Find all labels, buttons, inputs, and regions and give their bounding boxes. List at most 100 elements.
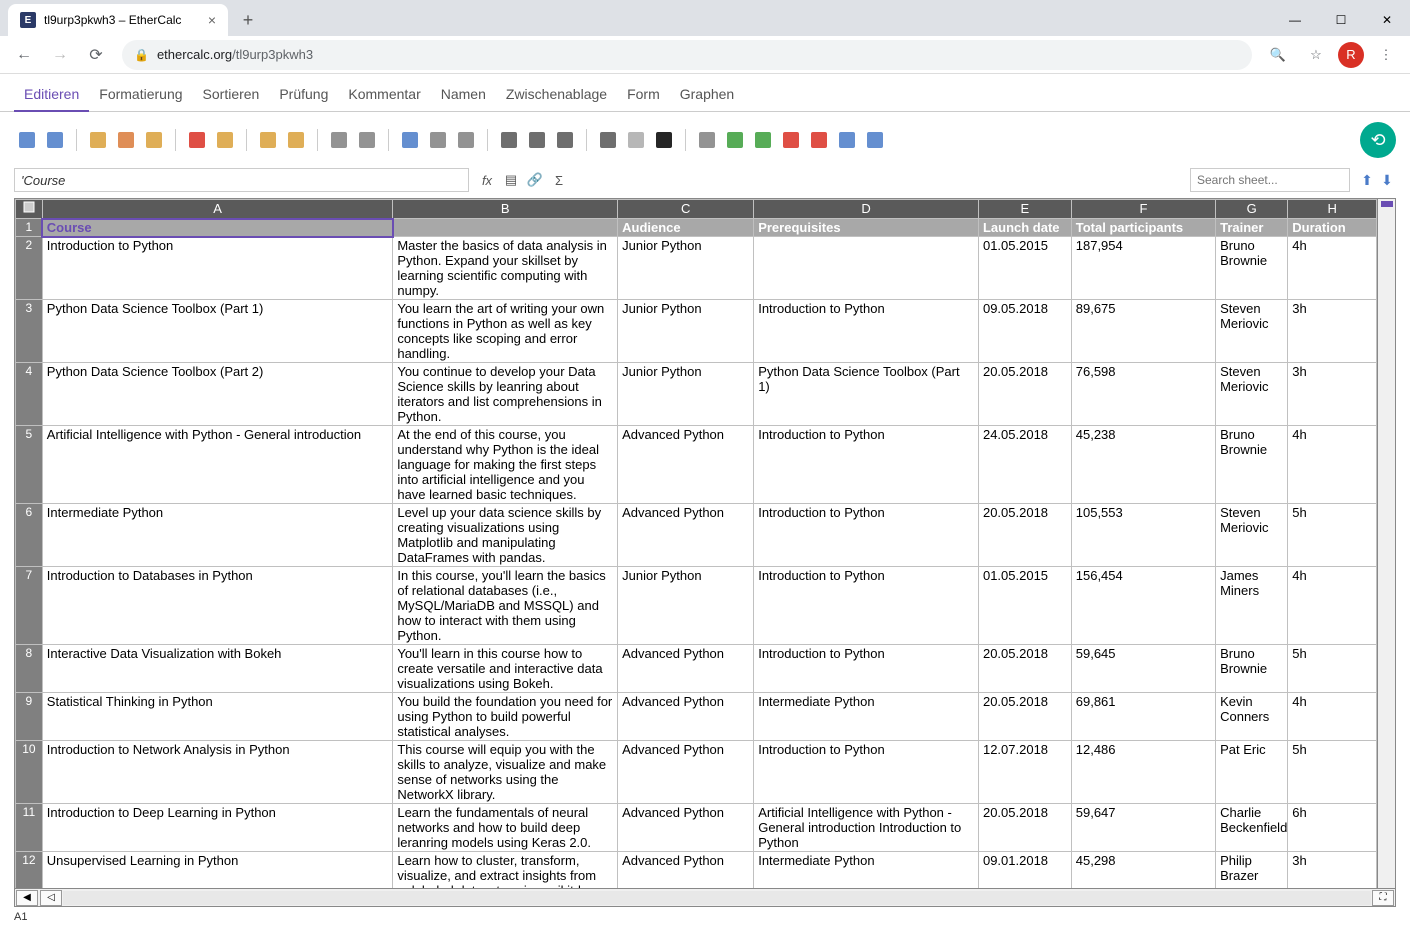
delete-icon[interactable]	[184, 127, 210, 153]
reload-button[interactable]: ⟳	[80, 39, 112, 71]
col-header[interactable]: H	[1288, 200, 1377, 219]
cell[interactable]: Learn the fundamentals of neural network…	[393, 804, 618, 852]
zoom-icon[interactable]: 🔍	[1262, 39, 1294, 71]
cell[interactable]: Advanced Python	[618, 504, 754, 567]
cell[interactable]: Pat Eric	[1216, 741, 1288, 804]
cell[interactable]: Philip Brazer	[1216, 852, 1288, 889]
cell[interactable]: Interactive Data Visualization with Boke…	[42, 645, 393, 693]
row-header[interactable]: 1	[16, 219, 43, 237]
border-all-icon[interactable]	[397, 127, 423, 153]
fx-icon[interactable]: fx	[477, 170, 497, 190]
cell[interactable]: Total participants	[1071, 219, 1215, 237]
search-down-icon[interactable]: ⬇	[1378, 171, 1396, 189]
menu-item-formatierung[interactable]: Formatierung	[89, 80, 192, 111]
cell[interactable]: Junior Python	[618, 363, 754, 426]
cell[interactable]: Intermediate Python	[42, 504, 393, 567]
cell[interactable]: Python Data Science Toolbox (Part 1)	[42, 300, 393, 363]
cell[interactable]: 3h	[1288, 363, 1377, 426]
row-header[interactable]: 4	[16, 363, 43, 426]
cell[interactable]: 59,645	[1071, 645, 1215, 693]
cell[interactable]: 01.05.2015	[978, 237, 1071, 300]
cell[interactable]: Steven Meriovic	[1216, 363, 1288, 426]
menu-item-form[interactable]: Form	[617, 80, 670, 111]
new-tab-button[interactable]: +	[234, 6, 262, 34]
search-input[interactable]	[1190, 168, 1350, 192]
cell[interactable]: Unsupervised Learning in Python	[42, 852, 393, 889]
cell[interactable]: James Miners	[1216, 567, 1288, 645]
col-header[interactable]: F	[1071, 200, 1215, 219]
cell[interactable]: Launch date	[978, 219, 1071, 237]
align-right-icon[interactable]	[552, 127, 578, 153]
delete-row-icon[interactable]	[778, 127, 804, 153]
cell[interactable]: Python Data Science Toolbox (Part 2)	[42, 363, 393, 426]
cell[interactable]: Artificial Intelligence with Python - Ge…	[754, 804, 979, 852]
cell[interactable]: Introduction to Databases in Python	[42, 567, 393, 645]
row-header[interactable]: 10	[16, 741, 43, 804]
cell[interactable]: Introduction to Python	[754, 645, 979, 693]
cell[interactable]: 187,954	[1071, 237, 1215, 300]
redo-icon[interactable]	[42, 127, 68, 153]
sheet-nav-prev-icon[interactable]: ◁	[40, 890, 62, 906]
cell[interactable]: You continue to develop your Data Scienc…	[393, 363, 618, 426]
row-header[interactable]: 3	[16, 300, 43, 363]
cell[interactable]: 105,553	[1071, 504, 1215, 567]
cell[interactable]: 5h	[1288, 741, 1377, 804]
cell[interactable]: 6h	[1288, 804, 1377, 852]
cell[interactable]: 156,454	[1071, 567, 1215, 645]
cell[interactable]: Introduction to Deep Learning in Python	[42, 804, 393, 852]
fill-icon[interactable]	[255, 127, 281, 153]
cell[interactable]: Statistical Thinking in Python	[42, 693, 393, 741]
cell[interactable]: Intermediate Python	[754, 693, 979, 741]
cell[interactable]: 20.05.2018	[978, 363, 1071, 426]
cell[interactable]: Trainer	[1216, 219, 1288, 237]
cell[interactable]: 20.05.2018	[978, 504, 1071, 567]
cell[interactable]: Audience	[618, 219, 754, 237]
cell[interactable]: 3h	[1288, 852, 1377, 889]
delete-col-icon[interactable]	[806, 127, 832, 153]
cell[interactable]: Advanced Python	[618, 426, 754, 504]
col-header[interactable]: C	[618, 200, 754, 219]
col-header[interactable]: A	[42, 200, 393, 219]
cell[interactable]: Advanced Python	[618, 741, 754, 804]
cell[interactable]	[754, 237, 979, 300]
row-header[interactable]: 12	[16, 852, 43, 889]
cell[interactable]: Artificial Intelligence with Python - Ge…	[42, 426, 393, 504]
maximize-button[interactable]: ☐	[1318, 4, 1364, 36]
row-header[interactable]: 8	[16, 645, 43, 693]
cell[interactable]: Advanced Python	[618, 852, 754, 889]
sheet-scroll[interactable]: A B C D E F G H 1CourseAudiencePrerequis…	[15, 199, 1377, 888]
menu-item-namen[interactable]: Namen	[431, 80, 496, 111]
cell[interactable]: Advanced Python	[618, 645, 754, 693]
cell[interactable]: Introduction to Python	[754, 300, 979, 363]
row-header[interactable]: 6	[16, 504, 43, 567]
close-window-button[interactable]: ✕	[1364, 4, 1410, 36]
cell[interactable]: Junior Python	[618, 300, 754, 363]
cell[interactable]: 12,486	[1071, 741, 1215, 804]
resize-icon[interactable]	[862, 127, 888, 153]
cell[interactable]: Steven Meriovic	[1216, 300, 1288, 363]
cell[interactable]: 89,675	[1071, 300, 1215, 363]
link-icon[interactable]: 🔗	[525, 170, 545, 190]
close-tab-icon[interactable]: ×	[208, 12, 216, 28]
cell[interactable]: You learn the art of writing your own fu…	[393, 300, 618, 363]
cell[interactable]: Python Data Science Toolbox (Part 1)	[754, 363, 979, 426]
cell[interactable]: Master the basics of data analysis in Py…	[393, 237, 618, 300]
cell[interactable]: At the end of this course, you understan…	[393, 426, 618, 504]
row-header[interactable]: 11	[16, 804, 43, 852]
cut-icon[interactable]	[113, 127, 139, 153]
cell[interactable]: This course will equip you with the skil…	[393, 741, 618, 804]
cell[interactable]: Intermediate Python	[754, 852, 979, 889]
browser-tab[interactable]: E tl9urp3pkwh3 – EtherCalc ×	[8, 4, 228, 36]
bookmark-icon[interactable]: ☆	[1300, 39, 1332, 71]
cell[interactable]: Advanced Python	[618, 804, 754, 852]
swap-cols-icon[interactable]	[354, 127, 380, 153]
menu-item-sortieren[interactable]: Sortieren	[193, 80, 270, 111]
cell[interactable]: 12.07.2018	[978, 741, 1071, 804]
align-left-icon[interactable]	[496, 127, 522, 153]
list-icon[interactable]: ▤	[501, 170, 521, 190]
wand-icon[interactable]	[212, 127, 238, 153]
menu-item-graphen[interactable]: Graphen	[670, 80, 744, 111]
clear-icon[interactable]	[623, 127, 649, 153]
cell[interactable]: Bruno Brownie	[1216, 645, 1288, 693]
expand-icon[interactable]: ⛶	[1372, 890, 1394, 906]
